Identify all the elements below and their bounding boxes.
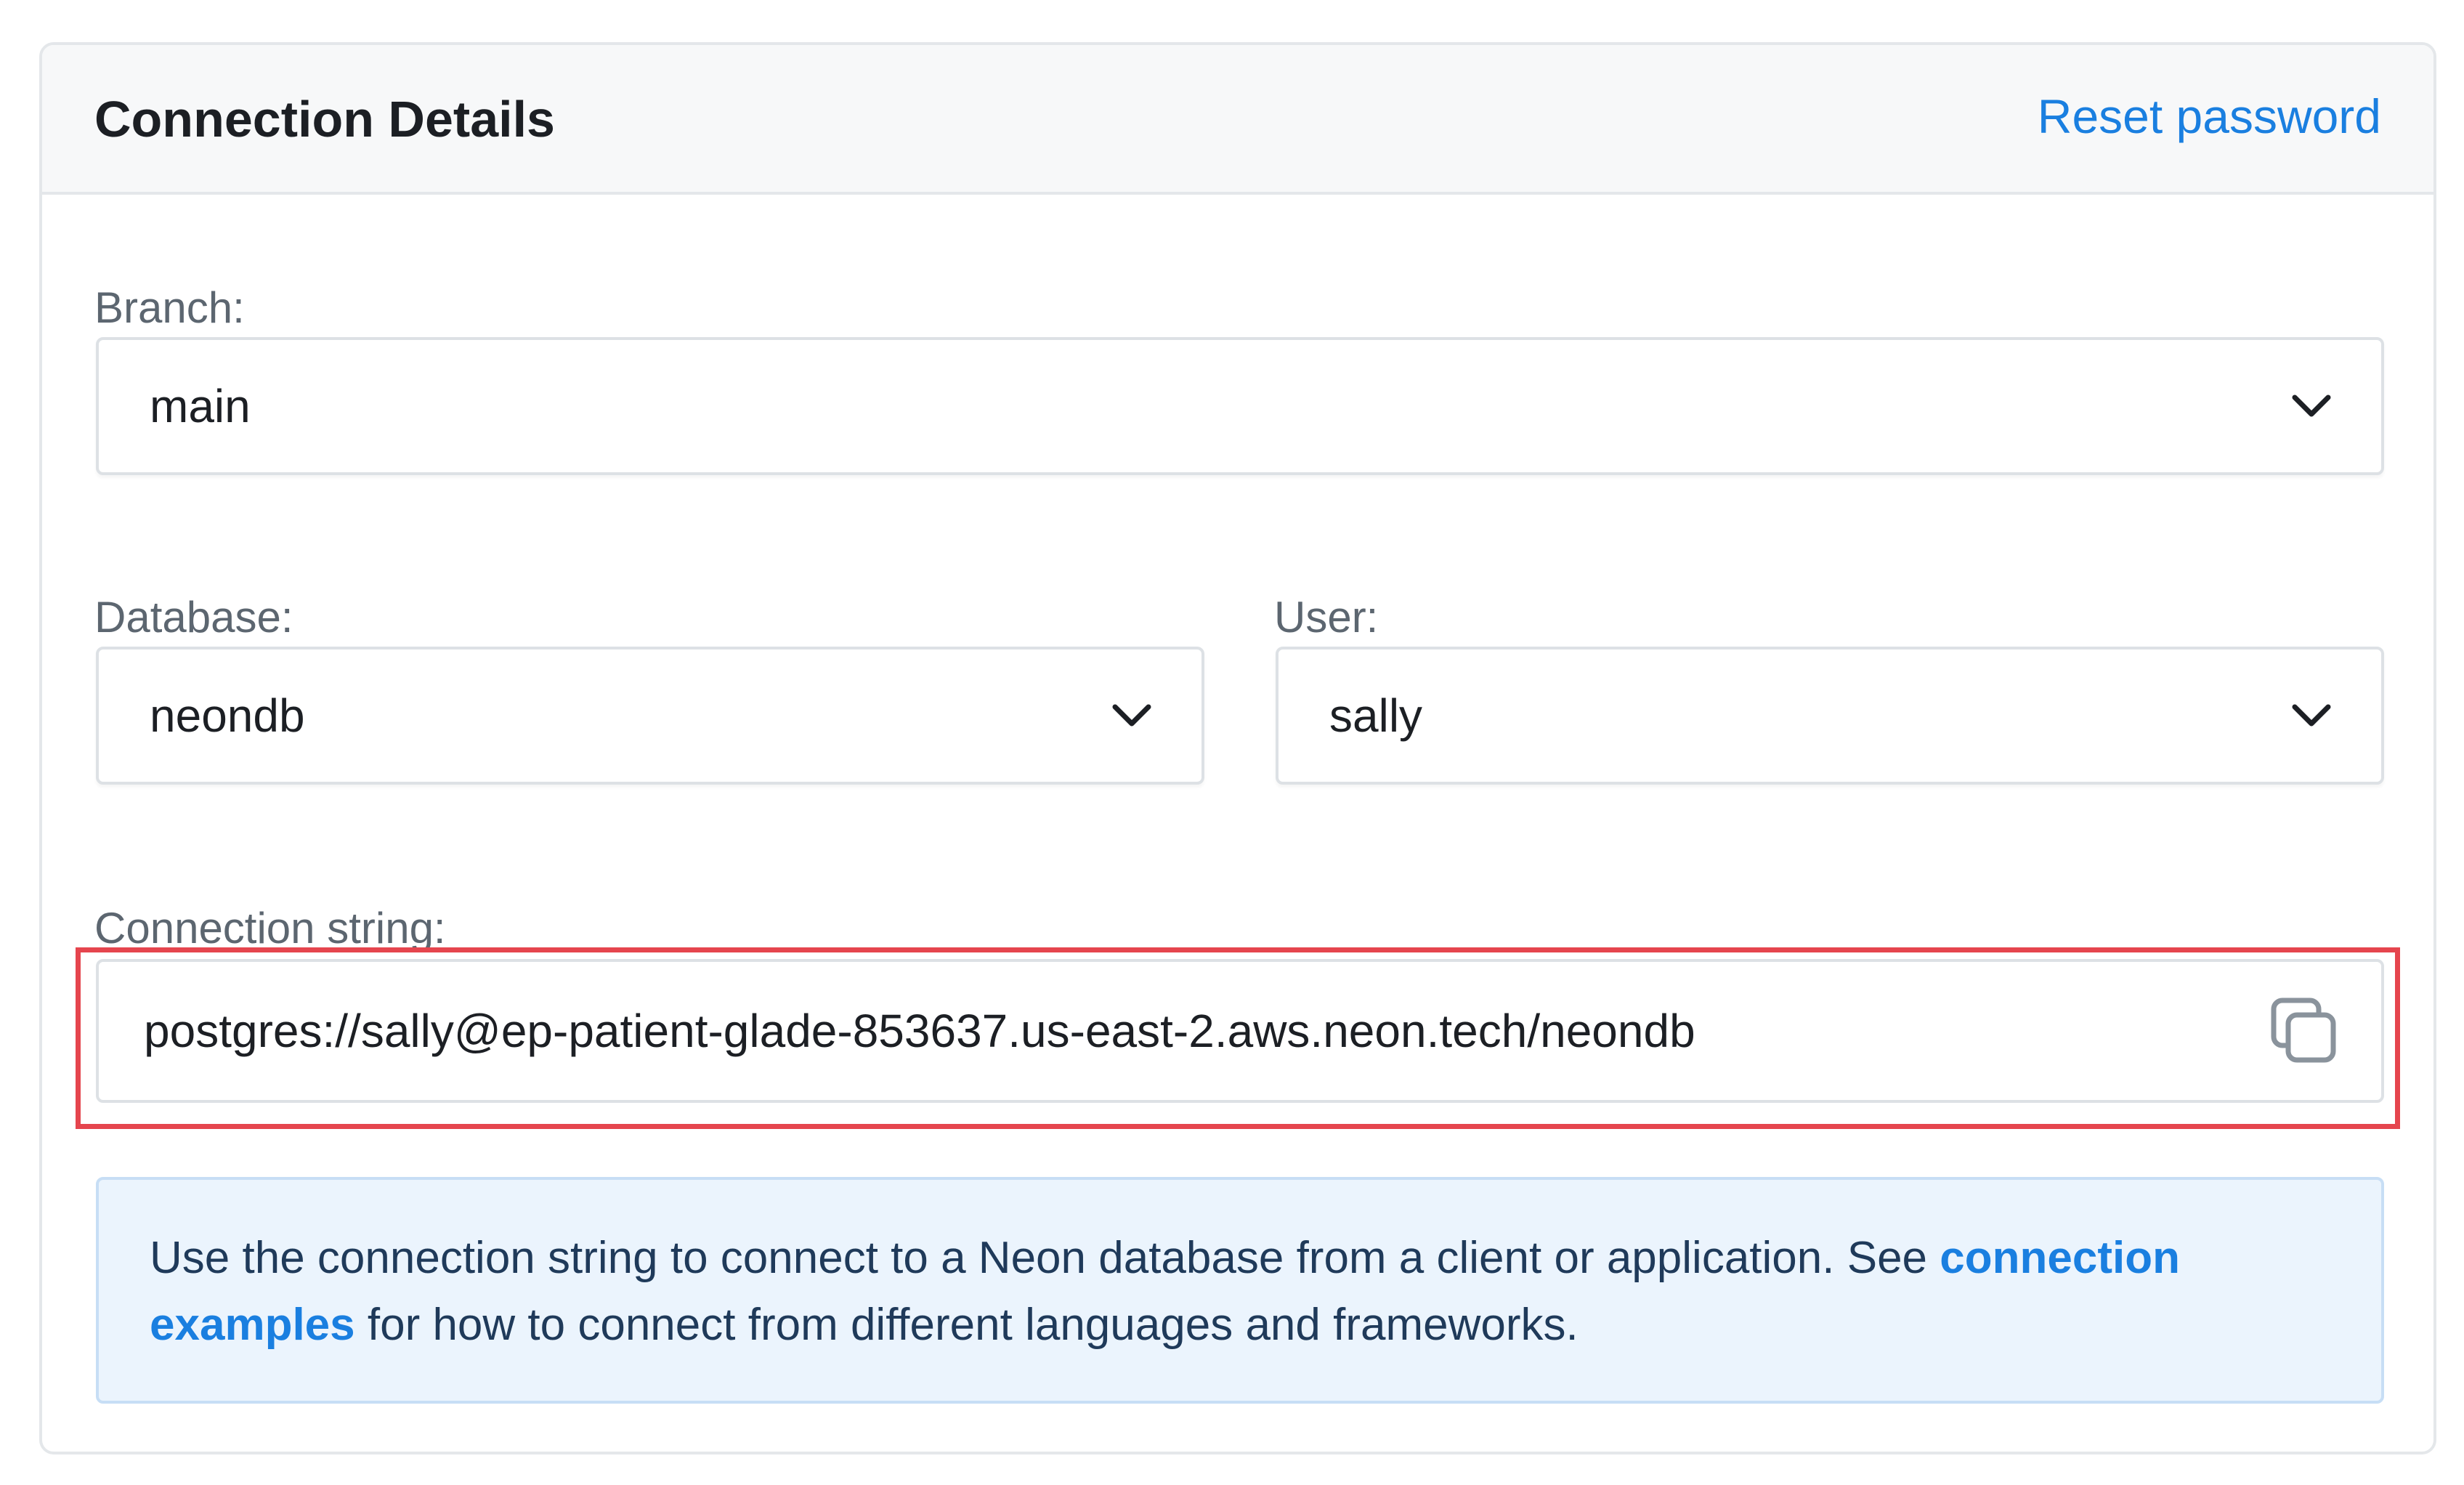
chevron-down-icon: [2292, 394, 2331, 417]
info-text-after: for how to connect from different langua…: [354, 1300, 1578, 1350]
info-text-before: Use the connection string to connect to …: [150, 1233, 1940, 1283]
branch-label: Branch:: [94, 283, 245, 332]
branch-select-value: main: [150, 380, 251, 432]
user-select[interactable]: sally: [1276, 647, 2384, 785]
user-label: User:: [1274, 593, 1379, 642]
copy-icon[interactable]: [2269, 996, 2339, 1066]
info-callout: Use the connection string to connect to …: [96, 1177, 2384, 1404]
connection-details-card: Connection Details Reset password Branch…: [39, 42, 2436, 1454]
card-title: Connection Details: [94, 91, 555, 147]
database-select-value: neondb: [150, 689, 305, 742]
branch-select[interactable]: main: [96, 337, 2384, 475]
database-select[interactable]: neondb: [96, 647, 1204, 785]
user-select-value: sally: [1329, 689, 1423, 742]
info-text: Use the connection string to connect to …: [150, 1225, 2256, 1359]
connection-string-label: Connection string:: [94, 904, 446, 952]
connection-string-field[interactable]: postgres://sally@ep-patient-glade-853637…: [96, 959, 2384, 1103]
card-header: Connection Details Reset password: [42, 45, 2433, 195]
chevron-down-icon: [2292, 704, 2331, 727]
reset-password-link[interactable]: Reset password: [2038, 86, 2381, 147]
chevron-down-icon: [1112, 704, 1151, 727]
connection-string-value[interactable]: postgres://sally@ep-patient-glade-853637…: [144, 1002, 1695, 1060]
database-label: Database:: [94, 593, 293, 642]
